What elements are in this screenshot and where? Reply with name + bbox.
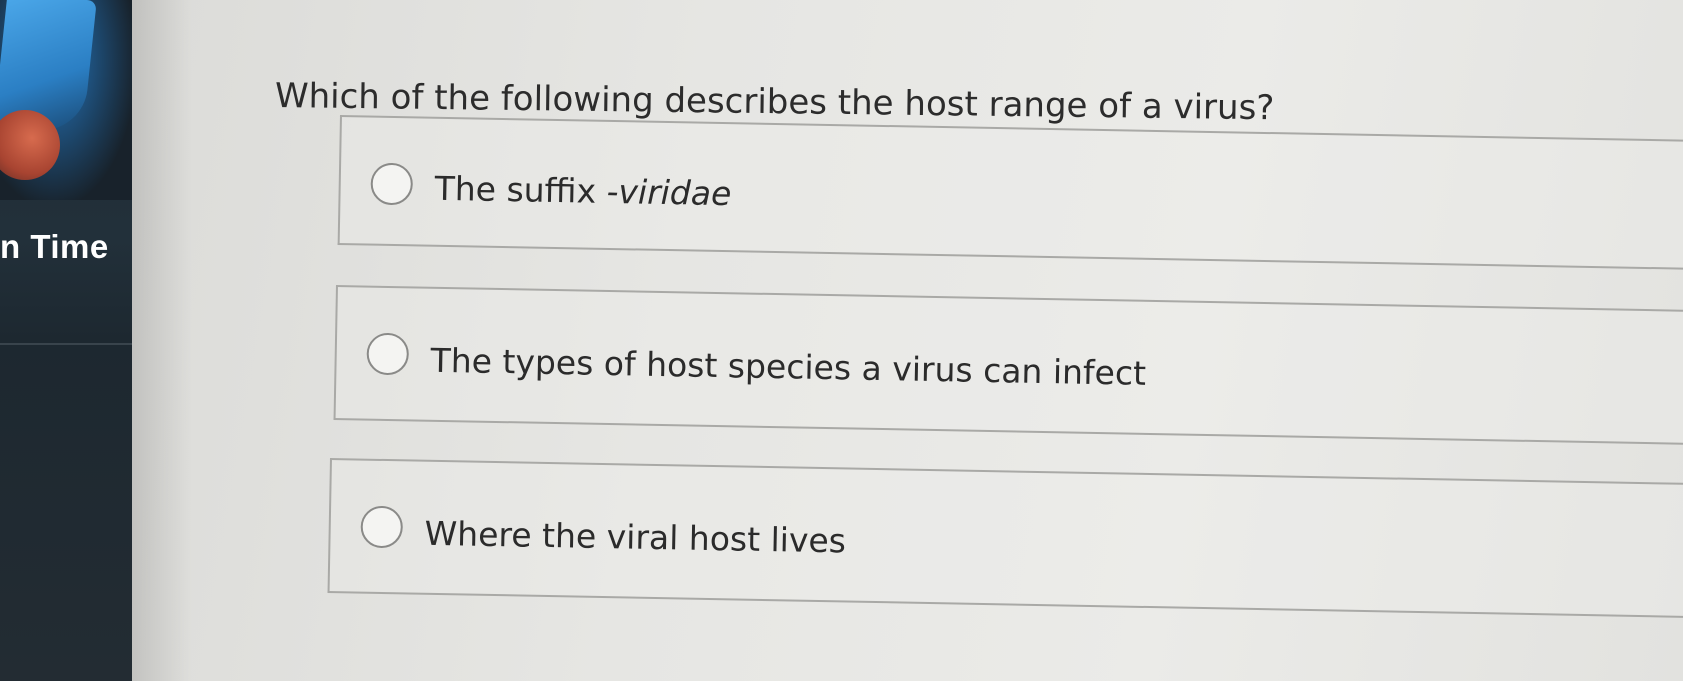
answer-option-label: The suffix -viridae bbox=[434, 169, 731, 213]
screen: n Time Which of the following describes … bbox=[0, 0, 1683, 681]
answer-option-text: Where the viral host lives bbox=[424, 513, 847, 561]
answer-option-2[interactable]: The types of host species a virus can in… bbox=[333, 285, 1683, 446]
answer-option-label: Where the viral host lives bbox=[424, 514, 846, 561]
panel-shadow bbox=[132, 0, 192, 681]
radio-unselected-icon[interactable] bbox=[370, 162, 414, 206]
answer-option-label: The types of host species a virus can in… bbox=[430, 341, 1146, 393]
radio-unselected-icon[interactable] bbox=[366, 332, 410, 376]
video-thumbnail bbox=[0, 0, 132, 200]
background-window-panel: n Time bbox=[0, 0, 132, 681]
background-window-time-label: n Time bbox=[0, 228, 109, 265]
radio-unselected-icon[interactable] bbox=[360, 505, 404, 549]
answer-option-italic-text: -viridae bbox=[606, 171, 732, 214]
background-window-divider bbox=[0, 343, 132, 345]
answer-option-1[interactable]: The suffix -viridae bbox=[337, 115, 1683, 271]
answer-option-3[interactable]: Where the viral host lives bbox=[327, 458, 1683, 619]
answer-option-text: The suffix bbox=[434, 168, 607, 211]
answer-option-text: The types of host species a virus can in… bbox=[430, 340, 1147, 393]
